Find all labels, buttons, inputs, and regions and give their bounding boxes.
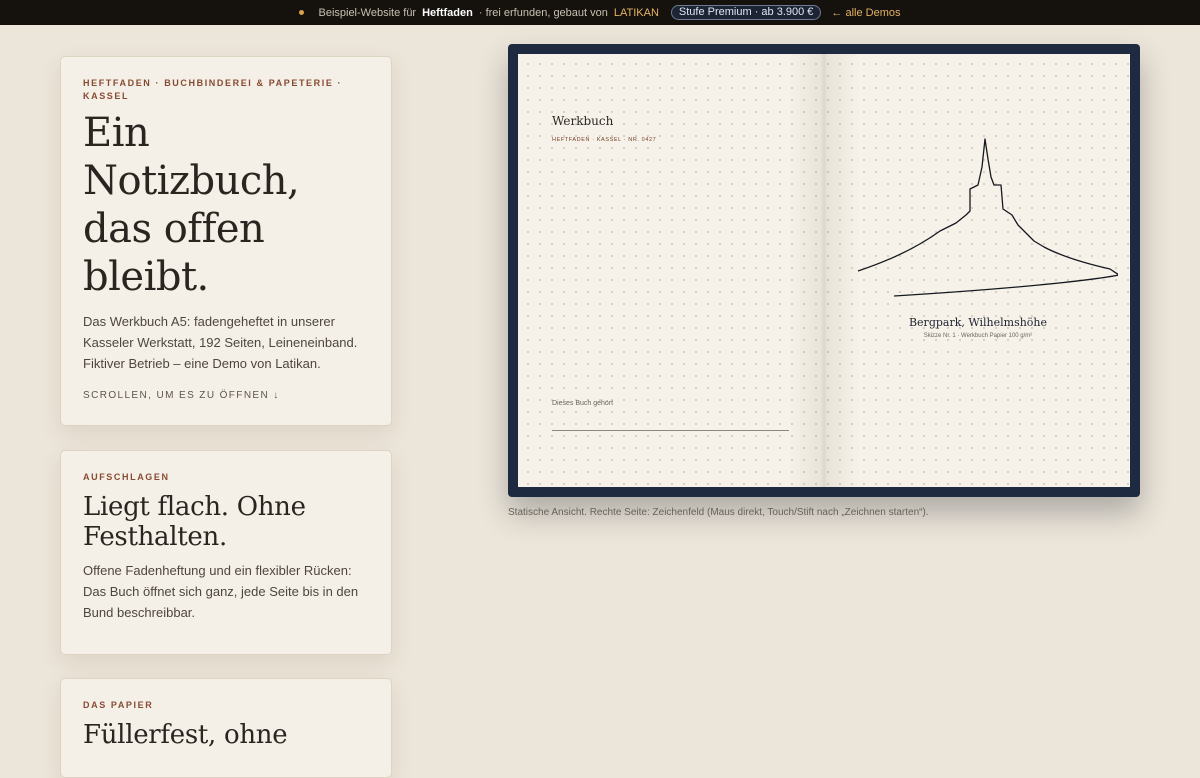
hero-title-line: Notizbuch, <box>83 158 300 204</box>
hero-title-line: das offen <box>83 206 265 252</box>
banner-maker-link[interactable]: LATIKAN <box>614 7 659 19</box>
feature-card-open: AUFSCHLAGEN Liegt flach. Ohne Festhalten… <box>60 450 392 655</box>
banner-prefix: Beispiel-Website für <box>318 6 417 19</box>
status-dot-icon <box>299 10 305 15</box>
demo-banner: Beispiel-Website für Heftfaden · frei er… <box>0 0 1200 25</box>
scroll-hint: SCROLLEN, UM ES ZU ÖFFNEN ↓ <box>83 390 280 401</box>
feature-description: Offene Fadenheftung und ein flexibler Rü… <box>83 563 359 620</box>
hero-description: Das Werkbuch A5: fadengeheftet in unsere… <box>83 314 358 371</box>
tier-badge: Stufe Premium · ab 3.900 € <box>670 5 822 20</box>
banner-middle: · frei erfunden, gebaut von <box>478 6 608 19</box>
notebook-caption: Statische Ansicht. Rechte Seite: Zeichen… <box>508 507 929 518</box>
feature-title: Füllerfest, ohne <box>83 720 288 750</box>
banner-brand: Heftfaden <box>422 6 473 19</box>
hero-card: HEFTFADEN · BUCHBINDEREI & PAPETERIE · K… <box>60 56 392 426</box>
all-demos-link[interactable]: ← alle Demos <box>831 7 900 19</box>
notebook-title: Werkbuch <box>552 114 614 128</box>
hero-title-line: bleibt. <box>83 254 209 300</box>
hero-title-line: Ein <box>83 110 150 156</box>
feature-eyebrow: AUFSCHLAGEN <box>83 472 170 482</box>
drawing-canvas[interactable] <box>848 129 1118 304</box>
feature-eyebrow: DAS PAPIER <box>83 700 154 710</box>
notebook-meta: HEFTFADEN · KASSEL · NR. 0427 <box>552 137 657 143</box>
hero-eyebrow: HEFTFADEN · BUCHBINDEREI & PAPETERIE · K… <box>83 78 343 101</box>
sketch-subtitle: Skizze Nr. 1 · Werkbuch Papier 100 g/m² <box>923 333 1033 339</box>
notebook-cover: Werkbuch HEFTFADEN · KASSEL · NR. 0427 D… <box>508 44 1140 497</box>
sketch-title: Bergpark, Wilhelmshöhe <box>908 316 1048 329</box>
hero-title: Ein Notizbuch, das offen bleibt. <box>83 109 369 301</box>
notebook-spread: Werkbuch HEFTFADEN · KASSEL · NR. 0427 D… <box>518 54 1130 487</box>
owner-label: Dieses Buch gehört <box>552 400 614 407</box>
feature-title: Liegt flach. Ohne Festhalten. <box>83 492 306 552</box>
sketch-hercules-monument <box>857 138 1118 297</box>
owner-signature-line <box>552 430 789 431</box>
feature-card-paper: DAS PAPIER Füllerfest, ohne <box>60 678 392 778</box>
